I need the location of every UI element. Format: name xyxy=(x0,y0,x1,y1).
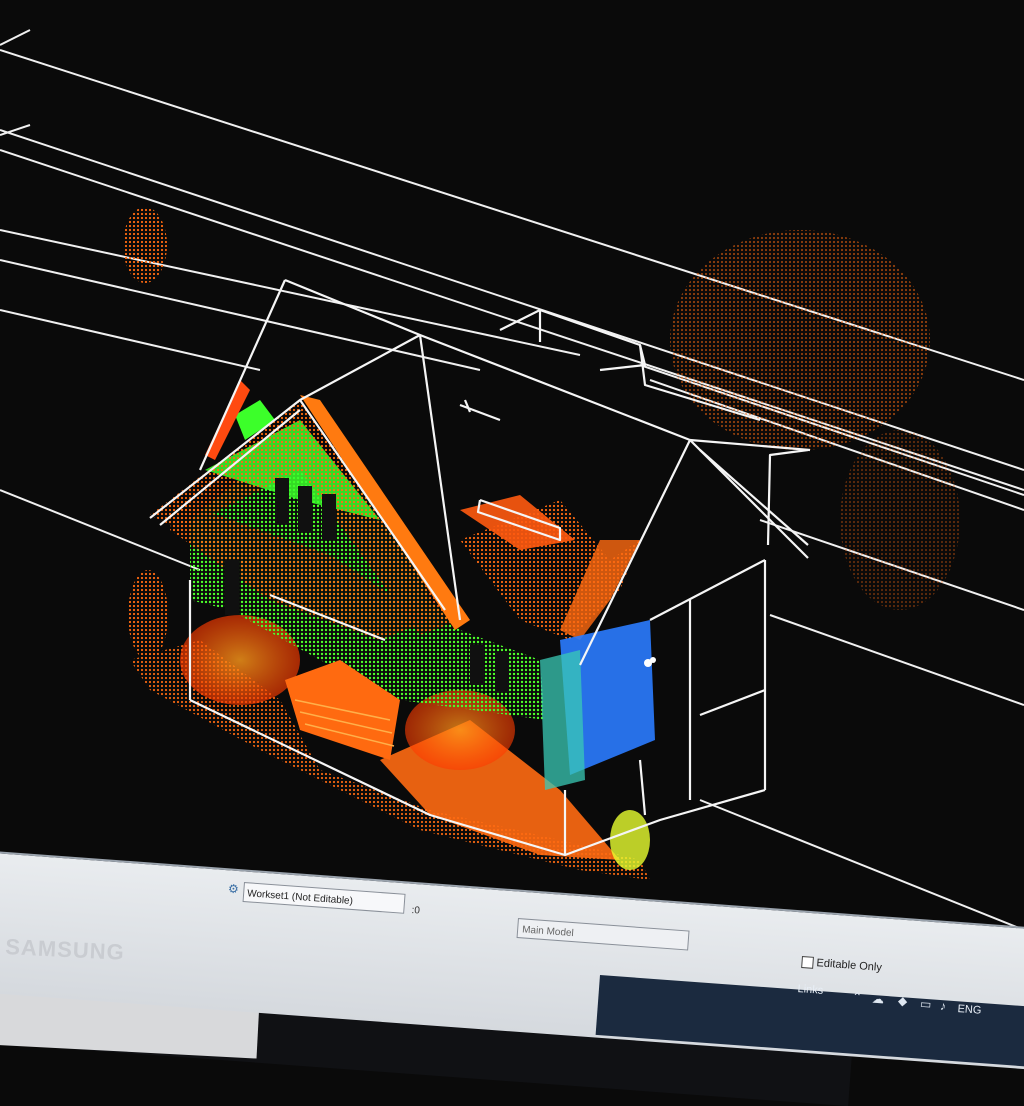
language-indicator[interactable]: ENG xyxy=(957,1003,982,1017)
selection-counter: :0 xyxy=(411,905,421,917)
workset-icon: ⚙ xyxy=(227,881,240,897)
chevron-up-icon[interactable]: ⌃ xyxy=(852,990,863,1005)
dropbox-icon[interactable]: ◆ xyxy=(897,994,907,1009)
workset-value: Workset1 (Not Editable) xyxy=(246,888,354,908)
cloud-icon[interactable]: ☁ xyxy=(872,992,885,1007)
volume-icon[interactable]: ♪ xyxy=(939,999,946,1013)
checkbox-icon[interactable] xyxy=(801,956,814,969)
taskbar-links[interactable]: Links xyxy=(797,983,823,997)
design-option-value: Main Model xyxy=(521,924,575,940)
display-icon[interactable]: ▭ xyxy=(920,997,932,1012)
